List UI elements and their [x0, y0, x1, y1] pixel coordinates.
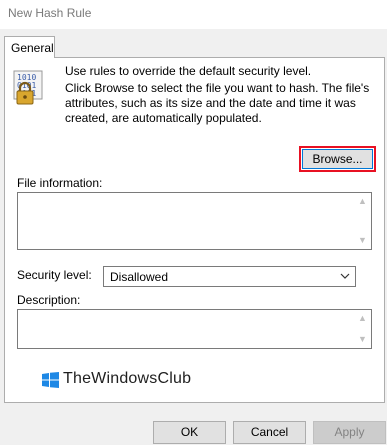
scroll-down-arrow-icon[interactable]: ▼ [354, 232, 371, 249]
file-information-label: File information: [17, 176, 103, 190]
scroll-up-arrow-icon[interactable]: ▲ [354, 310, 371, 327]
description-scrollbar[interactable]: ▲ ▼ [354, 310, 371, 348]
intro-text: Use rules to override the default securi… [65, 64, 312, 78]
description-field[interactable]: ▲ ▼ [17, 309, 372, 349]
tab-general[interactable]: General [4, 36, 55, 58]
watermark-text: TheWindowsClub [63, 370, 192, 387]
browse-button[interactable]: Browse... [302, 149, 373, 169]
apply-button[interactable]: Apply [313, 421, 386, 444]
file-information-scrollbar[interactable]: ▲ ▼ [354, 193, 371, 249]
instructions-text: Click Browse to select the file you want… [65, 81, 370, 125]
description-label: Description: [17, 293, 81, 307]
cancel-button[interactable]: Cancel [233, 421, 306, 444]
title-bar: New Hash Rule [0, 0, 387, 30]
window-title: New Hash Rule [8, 6, 92, 20]
browse-highlight: Browse... [299, 146, 376, 172]
chevron-down-icon [340, 273, 350, 279]
windows-logo-icon [42, 372, 59, 388]
file-information-field[interactable]: ▲ ▼ [17, 192, 372, 250]
scroll-up-arrow-icon[interactable]: ▲ [354, 193, 371, 210]
security-level-dropdown[interactable]: Disallowed [103, 266, 356, 287]
binary-lock-icon: 1010 0101 1001 [13, 70, 43, 105]
security-level-label: Security level: [17, 268, 92, 282]
security-level-value: Disallowed [110, 270, 169, 284]
ok-button[interactable]: OK [153, 421, 226, 444]
scroll-down-arrow-icon[interactable]: ▼ [354, 331, 371, 348]
